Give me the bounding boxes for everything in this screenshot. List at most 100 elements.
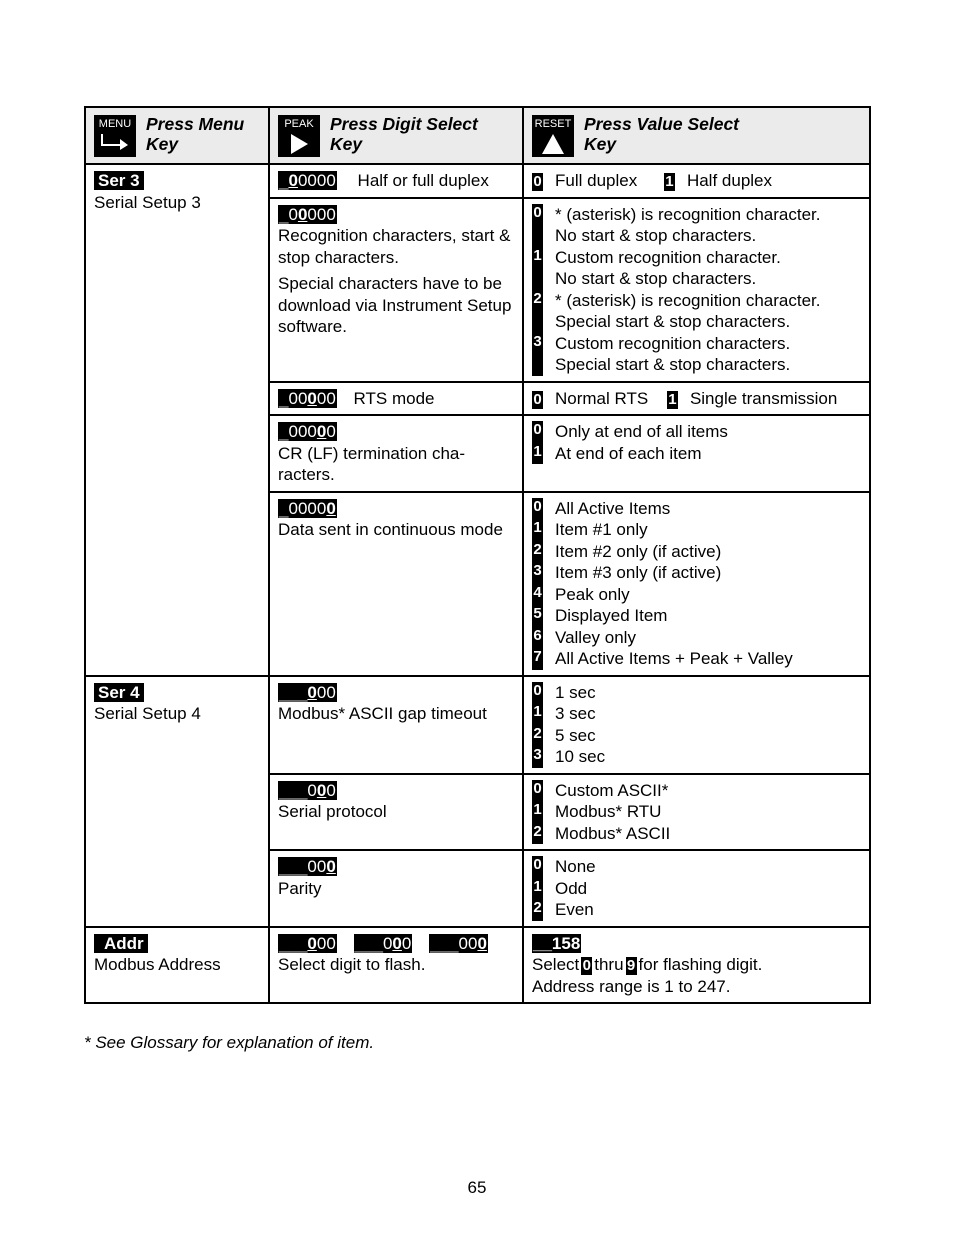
address-range: Address range is 1 to 247.: [532, 976, 731, 996]
display-char: 0: [458, 933, 468, 953]
digit-cell: _00000 Data sent in continuous mode: [268, 490, 524, 677]
digit-badge: 2: [532, 289, 543, 333]
display-char: 0: [307, 498, 317, 518]
display-char: 0: [382, 933, 393, 953]
setting-desc: Modbus* ASCII gap timeout: [278, 704, 487, 723]
footnote: * See Glossary for explanation of item.: [84, 1033, 375, 1052]
digit-badge: 1: [532, 703, 543, 725]
menu-label: Ser 3: [94, 171, 144, 190]
display-char: 0: [307, 388, 317, 408]
digit-badge: 3: [532, 746, 543, 768]
digit-display: ___000: [278, 682, 337, 702]
display-char: 0: [316, 780, 327, 800]
digit-badge: 0: [532, 497, 543, 519]
header-menu-key: MENU Press Menu Key: [84, 106, 270, 165]
value-cell: 0 Normal RTS 1 Single transmission: [522, 380, 871, 416]
value-text: for flashing digit.: [638, 955, 763, 974]
display-char: 0: [297, 422, 308, 441]
option-text: No start & stop characters.: [555, 269, 757, 288]
option-item: 0 None: [532, 856, 861, 878]
option-item: 6 Valley only: [532, 626, 861, 648]
display-char: 0: [326, 388, 336, 408]
display-char: 0: [316, 857, 327, 876]
peak-key-icon: PEAK: [278, 115, 320, 157]
header-value-select-key: RESET Press Value Select Key: [522, 106, 871, 165]
display-char: 0: [307, 204, 317, 224]
digit-cell: ___000 ___000 ___000 Select digit to fla…: [268, 925, 524, 1004]
digit-badge: 1: [532, 246, 543, 290]
setting-desc: Select digit to flash.: [278, 955, 426, 974]
option-item: 3 Item #3 only (if active): [532, 562, 861, 584]
display-char: _: [288, 682, 298, 702]
digit-badge: 1: [532, 801, 543, 823]
setting-desc: Parity: [278, 878, 322, 898]
display-char: 0: [288, 171, 298, 190]
digit-badge: 5: [532, 605, 543, 627]
digit-display: _00000: [278, 388, 337, 408]
display-char: 0: [297, 388, 308, 408]
display-char: 0: [316, 933, 327, 953]
digit-badge: 4: [532, 583, 543, 605]
menu-name: Serial Setup 3: [94, 192, 201, 212]
display-char: _: [297, 780, 308, 800]
menu-label: Addr: [94, 933, 148, 953]
page-number: 65: [467, 1178, 487, 1197]
option-item: 1 Modbus* RTU: [532, 801, 861, 823]
menu-key-icon: MENU: [94, 115, 136, 157]
digit-cell: _00000 Recognition characters, start & s…: [268, 196, 524, 383]
option-item: 1 Odd: [532, 877, 861, 899]
value-text: Select: [532, 955, 580, 974]
option-item: 2 5 sec: [532, 724, 861, 746]
digit-badge: 0: [532, 681, 543, 703]
header-title: Press Value Select: [584, 114, 740, 134]
option-text: Custom ASCII*: [555, 780, 669, 800]
option-item: 1 Item #1 only: [532, 519, 861, 541]
digit-badge: 3: [532, 332, 543, 376]
display-char: 0: [307, 857, 317, 876]
digit-display: ___000: [278, 933, 337, 953]
setting-note: Special characters have to be download v…: [278, 274, 512, 336]
digit-display: ___000: [278, 857, 337, 876]
display-char: 0: [288, 422, 298, 441]
option-item: 4 Peak only: [532, 583, 861, 605]
setting-desc: Serial protocol: [278, 802, 387, 821]
setting-desc: Recognition characters, start & stop cha…: [278, 226, 511, 267]
display-char: 0: [326, 933, 336, 953]
peak-key-label: PEAK: [284, 118, 314, 130]
option-text: At end of each item: [555, 443, 702, 463]
display-char: 0: [297, 498, 308, 518]
display-char: 0: [326, 682, 336, 702]
display-char: _: [373, 933, 383, 953]
display-char: 0: [316, 204, 327, 224]
digit-display: _00000: [278, 204, 337, 224]
header-digit-select-key: PEAK Press Digit Select Key: [268, 106, 524, 165]
menu-name: Serial Setup 4: [94, 704, 201, 723]
display-char: _: [288, 857, 298, 876]
display-char: 0: [316, 422, 327, 441]
option-text: All Active Items: [555, 498, 671, 518]
menu-cell-addr: Addr Modbus Address: [84, 925, 270, 1004]
option-item: 7 All Active Items + Peak + Valley: [532, 648, 861, 670]
digit-cell: ___000 Serial protocol: [268, 772, 524, 851]
display-char: 0: [392, 933, 402, 953]
display-char: 0: [307, 933, 317, 953]
display-char: 0: [316, 498, 327, 518]
option-text: All Active Items + Peak + Valley: [555, 649, 793, 668]
digit-badge: 1: [663, 173, 675, 191]
display-char: 0: [307, 780, 317, 800]
setting-desc: Half or full duplex: [357, 171, 489, 190]
header-title: Press Menu: [146, 114, 245, 134]
digit-badge: 0: [532, 421, 543, 443]
display-char: 0: [326, 857, 336, 876]
menu-key-label: MENU: [98, 118, 132, 130]
option-item: 2 Item #2 only (if active): [532, 540, 861, 562]
value-cell: __158 Select 0 thru 9 for flashing digit. Ad…: [522, 925, 871, 1004]
display-char: 0: [477, 933, 487, 953]
option-item: 5 Displayed Item: [532, 605, 861, 627]
display-char: _: [430, 933, 440, 953]
digit-display: _00000: [278, 171, 337, 190]
digit-badge: 3: [532, 562, 543, 584]
option-item: 1 3 sec: [532, 703, 861, 725]
option-item: 2 Modbus* ASCII: [532, 822, 861, 844]
option-text: Normal RTS: [555, 388, 649, 408]
